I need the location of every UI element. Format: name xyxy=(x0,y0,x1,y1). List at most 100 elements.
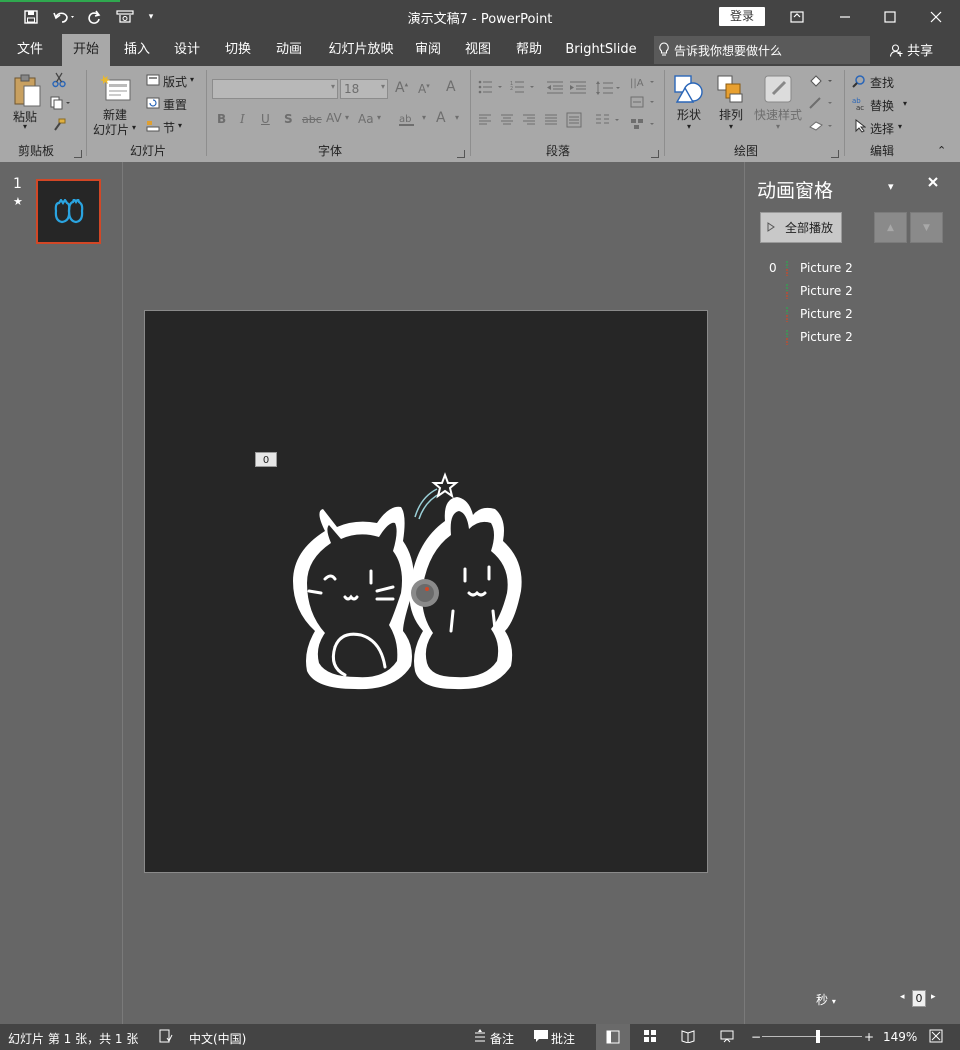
clipboard-launcher-icon[interactable] xyxy=(74,150,82,158)
ribbon-display-icon[interactable] xyxy=(774,0,820,34)
shape-fill-icon[interactable] xyxy=(808,74,836,91)
copy-icon[interactable] xyxy=(50,96,72,113)
quick-styles-dropdown-icon[interactable]: ▾ xyxy=(776,122,780,131)
tab-animations[interactable]: 动画 xyxy=(268,34,310,66)
zoom-slider[interactable] xyxy=(762,1036,862,1037)
paste-dropdown-icon[interactable]: ▾ xyxy=(23,122,27,131)
reset-icon[interactable] xyxy=(146,97,160,112)
zoom-in-icon[interactable]: + xyxy=(864,1030,874,1044)
font-launcher-icon[interactable] xyxy=(457,150,465,158)
animation-list-item[interactable]: Picture 2 xyxy=(760,305,940,325)
minimize-icon[interactable] xyxy=(822,0,868,34)
strikethrough-button[interactable]: abc xyxy=(302,113,322,126)
zoom-percentage[interactable]: 149% xyxy=(883,1030,917,1044)
animation-list-item[interactable]: Picture 2 xyxy=(760,328,940,348)
tab-design[interactable]: 设计 xyxy=(166,34,208,66)
comments-icon[interactable] xyxy=(533,1029,549,1046)
paragraph-launcher-icon[interactable] xyxy=(651,150,659,158)
animation-order-tag[interactable]: 0 xyxy=(255,452,277,467)
maximize-icon[interactable] xyxy=(867,0,913,34)
drawing-launcher-icon[interactable] xyxy=(831,150,839,158)
timeline-left-icon[interactable]: ◂ xyxy=(900,992,905,1002)
section-icon[interactable] xyxy=(146,120,160,135)
shapes-dropdown-icon[interactable]: ▾ xyxy=(687,122,691,131)
decrease-indent-icon[interactable] xyxy=(546,80,564,97)
shape-outline-icon[interactable] xyxy=(808,96,836,113)
slide-thumbnail[interactable] xyxy=(36,179,101,244)
font-size-dropdown[interactable]: 18 ▾ xyxy=(340,79,388,99)
replace-label[interactable]: 替换 xyxy=(870,97,894,114)
line-spacing-icon[interactable] xyxy=(595,80,623,99)
align-right-icon[interactable] xyxy=(522,114,536,129)
shapes-label[interactable]: 形状 xyxy=(677,106,701,123)
section-dropdown-icon[interactable]: ▾ xyxy=(178,121,182,130)
shrink-font-icon[interactable]: A▾ xyxy=(418,82,430,96)
grow-font-icon[interactable]: A▴ xyxy=(395,80,408,96)
smartart-icon[interactable] xyxy=(630,118,656,133)
slide-sorter-icon[interactable] xyxy=(643,1029,657,1046)
arrange-label[interactable]: 排列 xyxy=(719,106,743,123)
play-all-button[interactable]: 全部播放 xyxy=(760,212,842,243)
tell-me-search[interactable]: 告诉我你想要做什么 xyxy=(654,36,870,64)
clear-format-icon[interactable]: A xyxy=(446,79,456,95)
tab-help[interactable]: 帮助 xyxy=(508,34,550,66)
zoom-out-icon[interactable]: − xyxy=(751,1030,761,1044)
bullets-icon[interactable] xyxy=(478,80,506,97)
change-case-button[interactable]: Aa xyxy=(358,112,374,126)
redo-icon[interactable] xyxy=(84,6,104,28)
shape-effects-icon[interactable] xyxy=(808,119,836,136)
share-button[interactable]: 共享 xyxy=(889,40,933,59)
tab-slideshow[interactable]: 幻灯片放映 xyxy=(324,34,398,66)
select-label[interactable]: 选择 xyxy=(870,120,894,137)
chevron-down-icon[interactable]: ▾ xyxy=(377,113,381,122)
shapes-icon[interactable] xyxy=(673,74,705,107)
notes-label[interactable]: 备注 xyxy=(490,1030,514,1047)
move-down-button[interactable]: ▼ xyxy=(910,212,943,243)
reset-label[interactable]: 重置 xyxy=(163,96,187,113)
present-from-start-icon[interactable] xyxy=(114,6,136,28)
move-up-button[interactable]: ▲ xyxy=(874,212,907,243)
normal-view-button[interactable] xyxy=(596,1024,630,1050)
align-left-icon[interactable] xyxy=(478,114,492,129)
chevron-down-icon[interactable]: ▾ xyxy=(455,113,459,122)
login-button[interactable]: 登录 xyxy=(719,7,765,26)
font-name-dropdown[interactable]: ▾ xyxy=(212,79,338,99)
reading-view-icon[interactable] xyxy=(681,1029,695,1046)
bold-button[interactable]: B xyxy=(217,112,226,126)
select-cursor-icon[interactable] xyxy=(854,118,867,136)
replace-icon[interactable]: ab ac xyxy=(852,96,868,113)
tab-insert[interactable]: 插入 xyxy=(116,34,158,66)
tab-home[interactable]: 开始 xyxy=(62,34,110,66)
tab-file[interactable]: 文件 xyxy=(8,34,52,66)
animation-list-item[interactable]: Picture 2 xyxy=(760,282,940,302)
quick-styles-icon[interactable] xyxy=(763,74,793,107)
layout-icon[interactable] xyxy=(146,74,160,89)
font-color-button[interactable]: A xyxy=(436,110,446,126)
layout-label[interactable]: 版式 xyxy=(163,73,187,90)
text-direction-icon[interactable]: ||A xyxy=(630,75,656,92)
seconds-dropdown[interactable]: 秒 ▾ xyxy=(816,991,836,1008)
tab-brightslide[interactable]: BrightSlide xyxy=(562,34,640,66)
notes-icon[interactable] xyxy=(473,1029,487,1046)
arrange-dropdown-icon[interactable]: ▾ xyxy=(729,122,733,131)
find-icon[interactable] xyxy=(852,74,866,91)
tab-view[interactable]: 视图 xyxy=(457,34,499,66)
increase-indent-icon[interactable] xyxy=(569,80,587,97)
customize-qa-icon[interactable]: ▾ xyxy=(144,6,158,28)
format-painter-icon[interactable] xyxy=(52,118,66,135)
underline-button[interactable]: U xyxy=(261,112,270,126)
tab-review[interactable]: 审阅 xyxy=(407,34,449,66)
save-icon[interactable] xyxy=(20,6,42,28)
paste-icon[interactable] xyxy=(12,74,42,111)
find-label[interactable]: 查找 xyxy=(870,74,894,91)
cut-icon[interactable] xyxy=(52,72,66,91)
align-center-icon[interactable] xyxy=(500,114,514,129)
comments-label[interactable]: 批注 xyxy=(551,1030,575,1047)
distributed-icon[interactable] xyxy=(566,112,582,131)
close-icon[interactable] xyxy=(913,0,959,34)
numbering-icon[interactable]: 12 xyxy=(510,80,538,97)
fit-to-window-icon[interactable] xyxy=(929,1029,943,1046)
section-label[interactable]: 节 xyxy=(163,119,175,136)
collapse-ribbon-icon[interactable]: ⌃ xyxy=(937,144,946,157)
new-slide-icon[interactable] xyxy=(100,74,132,105)
